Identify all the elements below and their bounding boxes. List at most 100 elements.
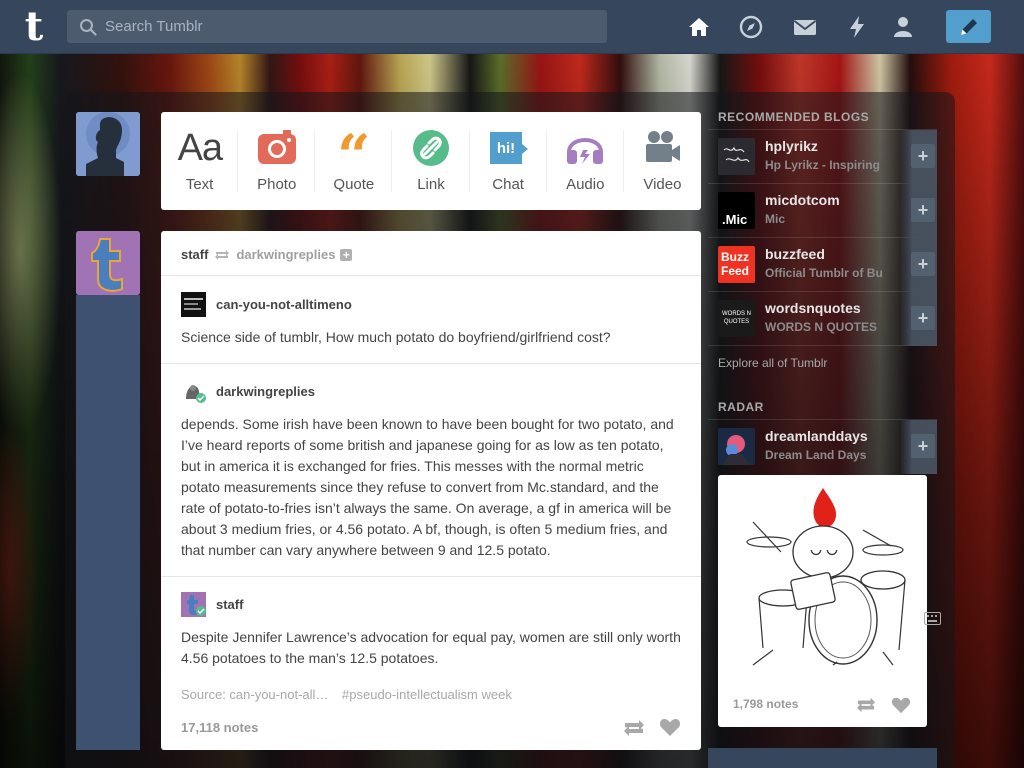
post-type-chat[interactable]: hi! Chat	[470, 112, 547, 210]
trail-blog-name[interactable]: darkwingreplies	[216, 384, 315, 399]
blog-name[interactable]: wordsnquotes	[765, 300, 905, 316]
trail-avatar[interactable]	[181, 292, 206, 317]
left-rail	[76, 295, 140, 750]
post-type-label: Audio	[566, 176, 605, 193]
post-type-photo[interactable]: Photo	[238, 112, 316, 210]
follow-button[interactable]: +	[901, 238, 937, 292]
post-author[interactable]: staff	[181, 247, 208, 262]
post-type-audio[interactable]: Audio	[547, 112, 624, 210]
blog-avatar	[718, 138, 755, 175]
user-avatar[interactable]	[76, 112, 140, 176]
trail-header: darkwingreplies	[181, 379, 315, 404]
radar-heading: RADAR	[708, 398, 937, 420]
blog-title: Mic	[765, 212, 786, 226]
follow-plus: +	[911, 434, 935, 458]
inbox-icon[interactable]	[792, 14, 818, 40]
post-type-bar: Aa Text Photo “ Quote Link hi! Chat Audi…	[161, 112, 701, 210]
svg-text:hi!: hi!	[497, 140, 515, 157]
sidebar: RECOMMENDED BLOGS hplyrikz Hp Lyrikz - I…	[708, 108, 937, 727]
post-type-label: Chat	[492, 176, 524, 193]
wordsnquotes-logo: WORDS N QUOTES	[722, 311, 751, 325]
search-input[interactable]	[105, 10, 600, 43]
like-icon[interactable]	[659, 717, 681, 737]
like-icon[interactable]	[891, 696, 911, 714]
blog-name[interactable]: dreamlanddays	[765, 428, 905, 444]
notes-count[interactable]: 17,118 notes	[181, 720, 258, 735]
blog-avatar: Buzz Feed	[718, 246, 755, 283]
follow-button[interactable]: +	[901, 292, 937, 346]
text-icon: Aa	[177, 127, 223, 169]
sidebar-bottom-bar	[708, 748, 937, 768]
trail-header: staff	[181, 592, 243, 617]
account-icon[interactable]	[890, 14, 916, 40]
post-type-label: Quote	[333, 176, 375, 193]
post-type-quote[interactable]: “ Quote	[315, 112, 393, 210]
search-box[interactable]	[67, 10, 607, 43]
blog-name[interactable]: buzzfeed	[765, 246, 905, 262]
radar-blog[interactable]: dreamlanddays Dream Land Days +	[708, 420, 937, 474]
post-type-label: Video	[643, 176, 682, 193]
follow-button[interactable]: +	[901, 130, 937, 184]
post-type-label: Link	[417, 176, 445, 193]
post-type-label: Text	[185, 176, 214, 193]
post-divider	[161, 576, 701, 577]
tumblr-t-icon	[76, 231, 140, 295]
blog-name[interactable]: hplyrikz	[765, 138, 905, 154]
quote-icon: “	[337, 122, 371, 190]
activity-icon[interactable]	[844, 14, 870, 40]
trail-blog-name[interactable]: staff	[216, 597, 243, 612]
top-header: t	[0, 0, 1024, 54]
post-type-text[interactable]: Aa Text	[161, 112, 239, 210]
headphones-icon	[567, 138, 604, 164]
follow-button[interactable]: +	[901, 184, 937, 238]
follow-plus: +	[911, 144, 935, 168]
follow-mini-button[interactable]: +	[340, 248, 353, 261]
compose-button[interactable]	[946, 10, 991, 43]
follow-button[interactable]: +	[901, 420, 937, 474]
blog-avatar	[718, 428, 755, 465]
reblog-icon[interactable]	[622, 718, 646, 738]
trail-avatar[interactable]	[181, 379, 206, 404]
home-icon[interactable]	[686, 14, 712, 40]
blog-title: Official Tumblr of Bu	[765, 266, 883, 280]
video-camera-icon	[646, 131, 681, 162]
post-header: staff darkwingreplies +	[181, 247, 353, 262]
tumblr-t-icon	[181, 592, 206, 617]
trail-blog-name[interactable]: can-you-not-alltimeno	[216, 297, 352, 312]
mic-logo: .Mic	[722, 212, 748, 227]
explore-icon[interactable]	[738, 14, 764, 40]
post-tag[interactable]: #pseudo-intellectualism week	[342, 687, 512, 702]
recommended-blog[interactable]: Buzz Feed buzzfeed Official Tumblr of Bu…	[708, 238, 937, 292]
silhouette-icon	[76, 112, 140, 176]
blog-avatar: .Mic	[718, 192, 755, 229]
trail-avatar[interactable]	[181, 592, 206, 617]
recommended-blog[interactable]: hplyrikz Hp Lyrikz - Inspiring +	[708, 130, 937, 184]
staff-avatar[interactable]	[76, 231, 140, 295]
blog-title: Dream Land Days	[765, 448, 867, 462]
recommended-blog[interactable]: WORDS N QUOTES wordsnquotes WORDS N QUOT…	[708, 292, 937, 346]
trail-text: Science side of tumblr, How much potato …	[181, 329, 611, 345]
avatar-image	[718, 428, 755, 465]
post-type-label: Photo	[257, 176, 297, 193]
radar-notes-count[interactable]: 1,798 notes	[733, 697, 798, 711]
reblog-small-icon	[215, 249, 230, 260]
explore-link[interactable]: Explore all of Tumblr	[708, 346, 937, 398]
reblogged-from[interactable]: darkwingreplies	[236, 247, 335, 262]
radar-post[interactable]: 1,798 notes	[718, 475, 927, 727]
post-type-link[interactable]: Link	[392, 112, 470, 210]
tumblr-logo[interactable]: t	[18, 7, 50, 47]
post-type-video[interactable]: Video	[624, 112, 701, 210]
recommended-heading: RECOMMENDED BLOGS	[708, 108, 937, 130]
blog-name[interactable]: micdotcom	[765, 192, 905, 208]
post-divider	[161, 275, 701, 276]
trail-text: Despite Jennifer Lawrence’s advocation f…	[181, 629, 681, 666]
pencil-icon	[961, 19, 977, 35]
recommended-blog[interactable]: .Mic micdotcom Mic +	[708, 184, 937, 238]
source-link[interactable]: Source: can-you-not-all…	[181, 687, 328, 702]
follow-plus: +	[911, 306, 935, 330]
reblog-icon[interactable]	[855, 696, 877, 714]
keyboard-shortcuts-icon[interactable]	[924, 612, 941, 625]
buzzfeed-logo: Buzz Feed	[721, 250, 750, 278]
trail-header: can-you-not-alltimeno	[181, 292, 352, 317]
blog-avatar: WORDS N QUOTES	[718, 300, 755, 337]
